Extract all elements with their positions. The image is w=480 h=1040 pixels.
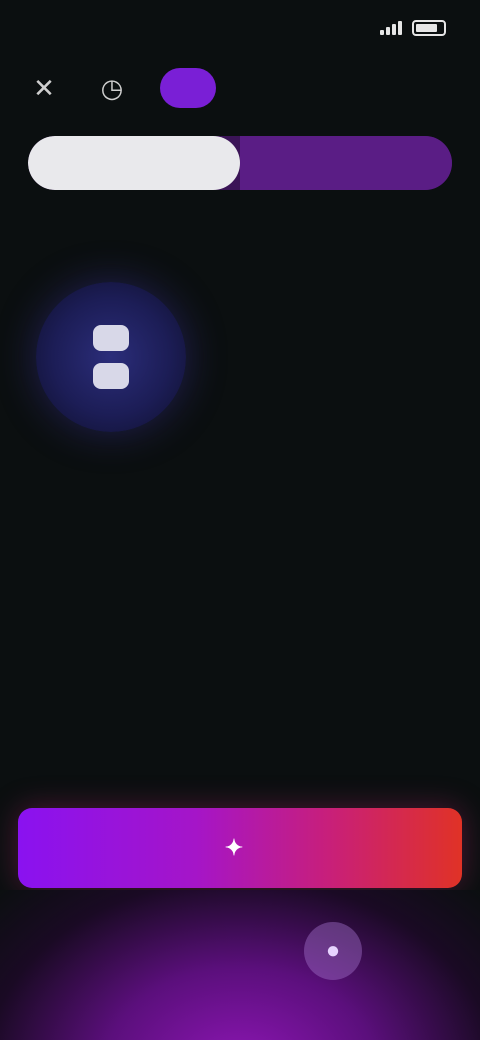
orb-eye-top: [93, 325, 129, 351]
feature-row: [36, 282, 450, 452]
sparkle-icon: ✦: [224, 835, 244, 860]
bottom-glow: [0, 890, 480, 1040]
close-icon[interactable]: ✕: [24, 68, 64, 108]
segment-option-inactive[interactable]: [240, 136, 452, 190]
app-screen: ✕ ◷ ✦ ●: [0, 0, 480, 1040]
battery-icon: [412, 20, 446, 36]
top-nav: ✕ ◷: [24, 60, 456, 116]
segment-option-active[interactable]: [28, 136, 240, 190]
status-indicators: [380, 20, 446, 36]
signal-icon: [380, 21, 402, 35]
top-nav-pill[interactable]: [160, 68, 216, 108]
face-icon[interactable]: [36, 282, 186, 432]
primary-cta-button[interactable]: ✦: [18, 808, 462, 888]
status-bar: [0, 0, 480, 56]
segment-toggle: [28, 136, 452, 190]
clock-icon[interactable]: ◷: [92, 68, 132, 108]
mic-icon[interactable]: ●: [304, 922, 362, 980]
feature-text: [210, 282, 450, 452]
orb-eye-bottom: [93, 363, 129, 389]
